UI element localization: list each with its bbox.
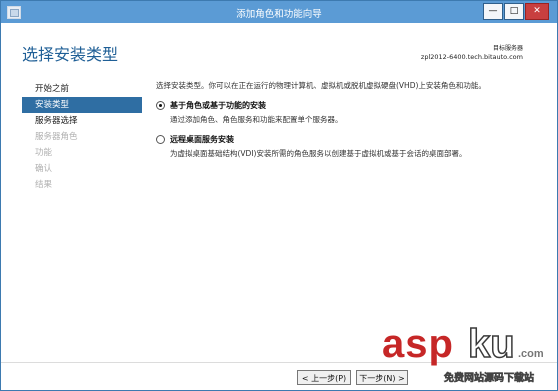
nav-item-results: 结果	[35, 180, 53, 190]
nav-item-features: 功能	[35, 148, 53, 158]
wizard-nav: 开始之前 安装类型 服务器选择 服务器角色 功能 确认 结果	[22, 81, 142, 193]
nav-item-confirmation: 确认	[35, 164, 53, 174]
page-description: 选择安装类型。你可以在正在运行的物理计算机、虚拟机或脱机虚拟硬盘(VHD)上安装…	[156, 81, 486, 90]
option-title[interactable]: 基于角色或基于功能的安装	[170, 100, 536, 111]
remote-desktop-radio[interactable]	[156, 135, 165, 144]
close-button[interactable]: ✕	[525, 3, 549, 20]
watermark: asp ku .com 免费网站源码下载站	[382, 321, 558, 391]
destination-server-label: 目标服务器	[492, 45, 523, 52]
nav-item-before-you-begin[interactable]: 开始之前	[22, 81, 142, 97]
maximize-button[interactable]: □	[504, 3, 524, 20]
nav-item-server-roles: 服务器角色	[35, 132, 78, 142]
watermark-brand-ku: ku	[467, 321, 515, 367]
option-description: 为虚拟桌面基础结构(VDI)安装所需的角色服务以创建基于虚拟机或基于会话的桌面部…	[170, 149, 467, 158]
main-content: 选择安装类型。你可以在正在运行的物理计算机、虚拟机或脱机虚拟硬盘(VHD)上安装…	[156, 80, 536, 159]
window-title: 添加角色和功能向导	[236, 9, 322, 20]
previous-button[interactable]: < 上一步(P)	[297, 370, 351, 385]
option-title[interactable]: 远程桌面服务安装	[170, 134, 536, 145]
nav-item-server-selection[interactable]: 服务器选择	[22, 113, 142, 129]
option-description: 通过添加角色、角色服务和功能来配置单个服务器。	[170, 115, 343, 124]
option-role-based[interactable]: 基于角色或基于功能的安装 通过添加角色、角色服务和功能来配置单个服务器。	[156, 100, 536, 125]
watermark-subtitle: 免费网站源码下载站	[444, 373, 535, 385]
watermark-brand-asp: asp	[382, 322, 454, 366]
page-title: 选择安装类型	[22, 45, 119, 64]
role-based-radio[interactable]	[156, 101, 165, 110]
nav-item-installation-type[interactable]: 安装类型	[22, 97, 142, 113]
option-remote-desktop[interactable]: 远程桌面服务安装 为虚拟桌面基础结构(VDI)安装所需的角色服务以创建基于虚拟机…	[156, 134, 536, 159]
minimize-button[interactable]: —	[483, 3, 503, 20]
destination-server-name: zpl2012-6400.tech.bitauto.com	[420, 53, 523, 61]
watermark-brand-com: .com	[518, 348, 544, 360]
title-bar[interactable]: 添加角色和功能向导 — □ ✕	[1, 1, 557, 23]
